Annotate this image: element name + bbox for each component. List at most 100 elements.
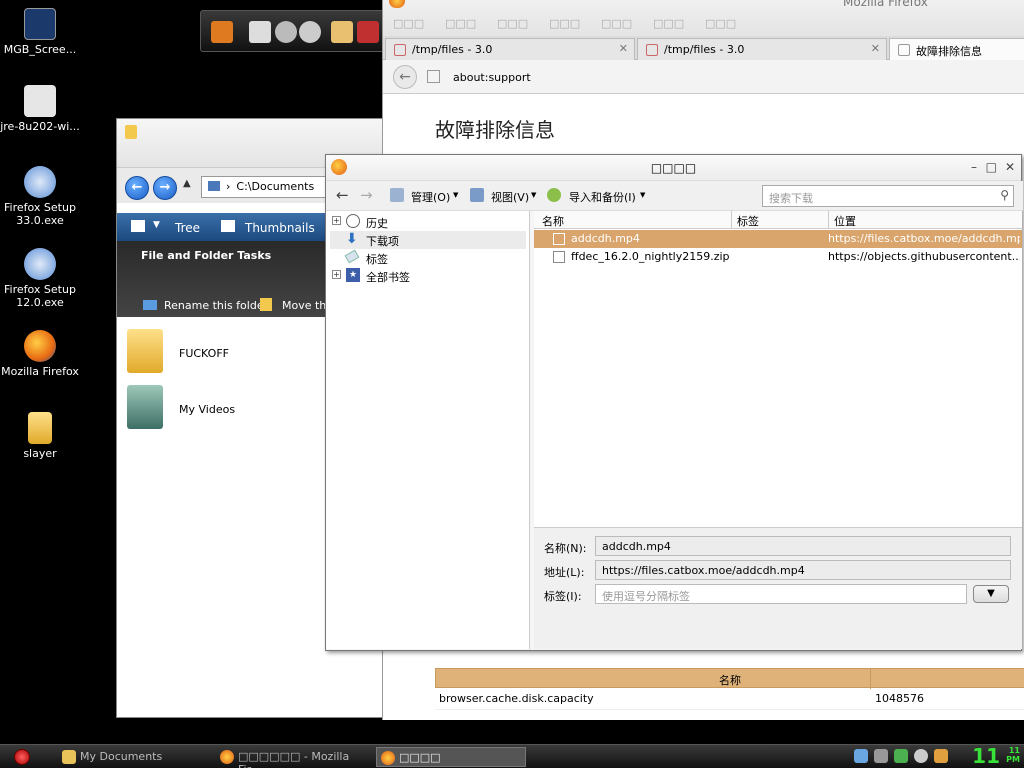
book-icon[interactable]: [357, 21, 379, 43]
chevron-down-icon[interactable]: ▼: [153, 220, 160, 230]
taskbar-button-firefox[interactable]: □□□□□□ - Mozilla Fir...: [216, 747, 366, 768]
tree-item-history[interactable]: + 历史: [330, 213, 526, 231]
volume-icon[interactable]: [874, 749, 888, 763]
download-location: https://objects.githubusercontent....: [828, 250, 1020, 263]
file-icon: [553, 251, 565, 263]
back-arrow-icon[interactable]: ←: [336, 186, 349, 204]
column-divider: [731, 211, 732, 229]
menu-file[interactable]: □□□: [393, 17, 424, 30]
tree-label: 下载项: [366, 235, 399, 248]
taskbar-label: My Documents: [80, 750, 163, 763]
menu-history[interactable]: □□□: [549, 17, 580, 30]
menu-view[interactable]: □□□: [497, 17, 528, 30]
bookmarks-star-icon: ★: [346, 268, 360, 282]
folder-icon: [28, 412, 52, 444]
close-icon[interactable]: ✕: [1005, 160, 1015, 174]
tree-item-downloads[interactable]: ⬇ 下载项: [330, 231, 526, 249]
close-icon[interactable]: ✕: [871, 42, 880, 55]
tree-item-tags[interactable]: 标签: [330, 249, 526, 267]
desktop-icon-mozilla-firefox[interactable]: Mozilla Firefox: [0, 330, 80, 378]
tree-button[interactable]: Tree: [175, 221, 200, 235]
tags-dropdown-button[interactable]: ▼: [973, 585, 1009, 603]
chevron-down-icon[interactable]: ▼: [640, 191, 645, 199]
column-header-tags[interactable]: 标签: [737, 213, 759, 229]
start-button[interactable]: [14, 749, 30, 765]
computer-icon: [208, 181, 220, 191]
maximize-icon[interactable]: □: [986, 160, 997, 174]
search-downloads-input[interactable]: 搜索下载 ⚲: [762, 185, 1014, 207]
close-icon[interactable]: ✕: [619, 42, 628, 55]
column-header-location[interactable]: 位置: [834, 213, 856, 229]
view-menu-icon[interactable]: [131, 220, 145, 232]
navigation-bar: ← about:support: [383, 60, 1024, 94]
back-button[interactable]: ←: [393, 65, 417, 89]
folder-item[interactable]: FUCKOFF: [127, 329, 327, 375]
library-titlebar[interactable]: □□□□ – □ ✕: [326, 155, 1021, 181]
clock-icon: [346, 214, 360, 228]
network-icon[interactable]: [854, 749, 868, 763]
system-tray: [854, 749, 984, 765]
folder-name: FUCKOFF: [179, 347, 229, 360]
views-menu[interactable]: 视图(V): [491, 189, 529, 205]
disc-icon[interactable]: [299, 21, 321, 43]
menu-bookmarks[interactable]: □□□: [601, 17, 632, 30]
back-button[interactable]: ←: [125, 176, 149, 200]
search-icon[interactable]: ⚲: [1000, 188, 1009, 202]
desktop-icon-firefox-setup-33[interactable]: Firefox Setup 33.0.exe: [0, 166, 80, 227]
column-header-name[interactable]: 名称: [542, 213, 564, 229]
desktop-icon-label: Mozilla Firefox: [1, 365, 79, 378]
forward-button[interactable]: →: [153, 176, 177, 200]
rename-folder-link[interactable]: Rename this folder: [164, 299, 268, 312]
up-arrow-icon[interactable]: ▲: [183, 178, 191, 189]
video-folder-icon: [127, 385, 163, 429]
library-sidebar-tree: + 历史 ⬇ 下载项 标签 + ★ 全部书签: [326, 211, 530, 649]
expand-icon[interactable]: +: [332, 216, 341, 225]
minimize-icon[interactable]: –: [971, 160, 977, 174]
forward-arrow-icon[interactable]: →: [360, 186, 373, 204]
tree-item-all-bookmarks[interactable]: + ★ 全部书签: [330, 267, 526, 285]
menu-help[interactable]: □□□: [705, 17, 736, 30]
folder-icon: [127, 329, 163, 373]
taskbar-button-library[interactable]: □□□□: [376, 747, 526, 767]
folder-item[interactable]: My Videos: [127, 385, 327, 431]
menu-edit[interactable]: □□□: [445, 17, 476, 30]
tags-field[interactable]: 使用逗号分隔标签: [595, 584, 967, 604]
organize-icon: [390, 188, 404, 202]
update-icon[interactable]: [894, 749, 908, 763]
menu-tools[interactable]: □□□: [653, 17, 684, 30]
tab-tmp-files-2[interactable]: /tmp/files - 3.0 ✕: [637, 38, 887, 60]
tab-troubleshooting[interactable]: 故障排除信息: [889, 38, 1024, 60]
name-label: 名称(N):: [544, 542, 587, 555]
download-row[interactable]: addcdh.mp4 https://files.catbox.moe/addc…: [534, 230, 1022, 248]
desktop-icon-jre[interactable]: jre-8u202-wi...: [0, 85, 80, 133]
downloads-list: 名称 标签 位置 addcdh.mp4 https://files.catbox…: [534, 211, 1022, 527]
organize-menu[interactable]: 管理(O): [411, 189, 450, 205]
download-row[interactable]: ffdec_16.2.0_nightly2159.zip https://obj…: [534, 248, 1022, 266]
move-icon: [260, 298, 272, 311]
desktop-icon-slayer[interactable]: slayer: [0, 412, 80, 460]
location-field[interactable]: https://files.catbox.moe/addcdh.mp4: [595, 560, 1011, 580]
taskbar-button-my-documents[interactable]: My Documents: [58, 747, 208, 767]
name-field[interactable]: addcdh.mp4: [595, 536, 1011, 556]
url-field[interactable]: about:support: [453, 71, 531, 84]
clapper-icon[interactable]: [249, 21, 271, 43]
tools-icon[interactable]: [934, 749, 948, 763]
page-icon: [394, 44, 406, 56]
thumbnails-button[interactable]: Thumbnails: [245, 221, 315, 235]
clock[interactable]: 11 11 PM: [972, 745, 1020, 767]
folder-icon: [125, 125, 137, 139]
flash-icon[interactable]: [275, 21, 297, 43]
tag-icon: [344, 249, 360, 264]
desktop-icon-firefox-setup-12[interactable]: Firefox Setup 12.0.exe: [0, 248, 80, 309]
chevron-down-icon[interactable]: ▼: [531, 191, 536, 199]
media-player-icon[interactable]: [211, 21, 233, 43]
chevron-down-icon[interactable]: ▼: [453, 191, 458, 199]
desktop-icon-mgb-screenshot[interactable]: MGB_Scree...: [0, 8, 80, 56]
import-backup-menu[interactable]: 导入和备份(I): [569, 189, 636, 205]
security-icon[interactable]: [914, 749, 928, 763]
tab-tmp-files-1[interactable]: /tmp/files - 3.0 ✕: [385, 38, 635, 60]
paint-icon[interactable]: [331, 21, 353, 43]
expand-icon[interactable]: +: [332, 270, 341, 279]
desktop-icon-label: Firefox Setup 33.0.exe: [4, 201, 76, 227]
download-details-pane: 名称(N): addcdh.mp4 地址(L): https://files.c…: [534, 527, 1022, 649]
